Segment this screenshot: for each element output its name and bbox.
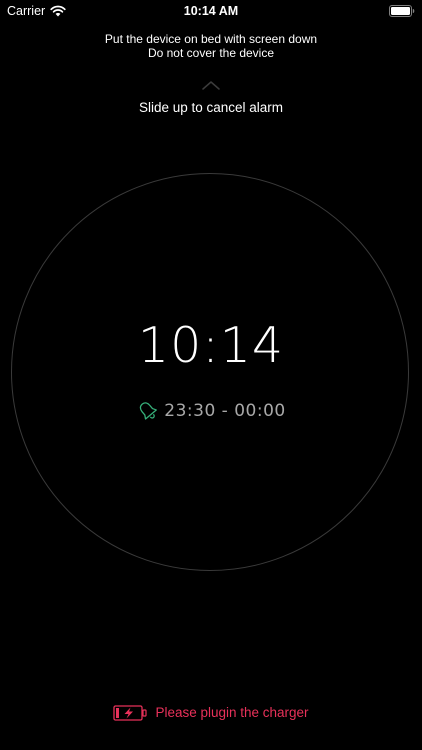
status-bar: Carrier 10:14 AM: [0, 0, 422, 22]
charger-warning: Please plugin the charger: [0, 704, 422, 722]
alarm-time-range: 23:30 - 00:00: [164, 401, 286, 421]
battery-charging-icon: [113, 705, 148, 721]
battery-icon: [389, 5, 415, 17]
charger-warning-text: Please plugin the charger: [155, 705, 309, 720]
instruction-line-1: Put the device on bed with screen down: [104, 32, 318, 46]
alarm-window: 23:30 - 00:00: [0, 399, 422, 423]
bell-icon: [140, 402, 158, 420]
chevron-up-icon[interactable]: [201, 80, 221, 90]
slide-to-cancel-hint[interactable]: Slide up to cancel alarm: [0, 100, 422, 116]
current-time-display: 10:14: [137, 317, 285, 374]
status-time: 10:14 AM: [183, 4, 239, 18]
instruction-line-2: Do not cover the device: [147, 46, 275, 60]
